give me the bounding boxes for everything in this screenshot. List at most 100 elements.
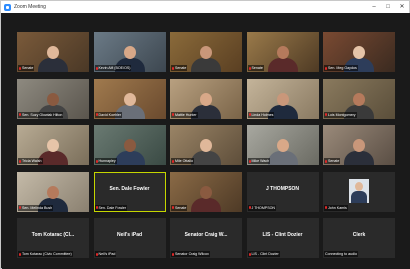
participant-tile[interactable]: Tricia Walsh bbox=[17, 125, 89, 165]
participant-display-name: Sen. Dale Fowler bbox=[109, 185, 150, 192]
participant-tile[interactable]: Senate bbox=[323, 125, 395, 165]
participant-name-text: Senate bbox=[175, 205, 187, 210]
muted-mic-icon bbox=[95, 252, 98, 256]
participant-tile[interactable]: Mile Ottalio bbox=[170, 125, 242, 165]
maximize-button[interactable]: □ bbox=[381, 1, 395, 13]
zoom-app-icon bbox=[4, 3, 11, 11]
muted-mic-icon bbox=[248, 66, 251, 70]
participant-display-name: Tom Kotarac (Cl... bbox=[31, 232, 75, 238]
participant-tile[interactable]: John Kamis bbox=[323, 171, 395, 212]
muted-mic-icon bbox=[172, 206, 174, 209]
muted-mic-icon bbox=[95, 206, 98, 209]
participant-tile[interactable]: Senator Craig W... Senator Craig Wilcox bbox=[170, 218, 242, 258]
minimize-button[interactable]: – bbox=[367, 1, 381, 13]
participant-tile[interactable]: Sen. Dale Fowler Sen. Dale Fowler bbox=[93, 171, 166, 212]
window-controls: – □ ✕ bbox=[367, 1, 409, 13]
participant-silhouette bbox=[114, 139, 145, 165]
participant-tile[interactable]: Lois Montgomery bbox=[323, 78, 395, 119]
participant-tile[interactable]: Senate bbox=[17, 32, 89, 72]
window-title: Zoom Meeting bbox=[14, 4, 46, 10]
muted-mic-icon bbox=[95, 66, 98, 70]
participant-name-text: LIS - Clint Dozier bbox=[251, 252, 279, 256]
participant-tile[interactable]: Kevin Alfi (BOE/OS) bbox=[93, 32, 166, 72]
participant-display-name: Senator Craig W... bbox=[184, 232, 228, 238]
participant-name-label: Mike Wach bbox=[247, 158, 271, 164]
muted-mic-icon bbox=[325, 113, 327, 116]
participant-tile[interactable]: Neil's iPad Neil's iPad bbox=[93, 218, 166, 258]
participant-name-label: Sen. Meg Gaydos bbox=[324, 65, 358, 71]
participant-tile[interactable]: Senate bbox=[246, 32, 319, 72]
gallery-view: Senate Kevin Alfi (BOE/OS) Senate Senate Sen… bbox=[2, 13, 410, 269]
participant-tile[interactable]: Sen. Meg Gaydos bbox=[323, 32, 395, 72]
participant-silhouette bbox=[267, 139, 298, 165]
participant-name-text: Sen. Melinda Bush bbox=[22, 205, 53, 210]
participant-silhouette bbox=[344, 139, 374, 165]
participant-name-label: Sen. Suzy Glowiak Hilton bbox=[18, 111, 64, 118]
title-bar: Zoom Meeting – □ ✕ bbox=[1, 1, 409, 13]
muted-mic-icon bbox=[248, 252, 251, 256]
participant-tile[interactable]: Senate bbox=[170, 32, 242, 72]
muted-mic-icon bbox=[19, 252, 21, 256]
participant-name-label: J THOMPSON bbox=[247, 204, 276, 211]
participant-name-label: Tom Kotarac (Civic Committee) bbox=[18, 251, 73, 257]
participant-name-text: Senate bbox=[175, 66, 187, 70]
participant-name-text: Sen. Suzy Glowiak Hilton bbox=[22, 112, 63, 117]
participant-name-label: Lois Montgomery bbox=[324, 111, 357, 118]
participant-name-text: Neil's iPad bbox=[98, 252, 116, 256]
participant-tile[interactable]: Mattie Hunter bbox=[170, 78, 242, 119]
participant-name-label: Sen. Dale Fowler bbox=[94, 204, 128, 211]
participant-name-text: Senator Craig Wilcox bbox=[175, 252, 209, 256]
muted-mic-icon bbox=[325, 206, 327, 209]
participant-name-text: Senate bbox=[328, 159, 340, 163]
participant-tile[interactable]: Sen. Suzy Glowiak Hilton bbox=[17, 78, 89, 119]
participant-tile[interactable]: Linda Holmes bbox=[246, 78, 319, 119]
participant-name-label: Mile Ottalio bbox=[171, 158, 194, 164]
participant-silhouette bbox=[191, 185, 221, 212]
participant-name-label: Sen. Melinda Bush bbox=[18, 204, 54, 211]
participant-name-text: John Kamis bbox=[328, 205, 347, 210]
participant-name-label: Connecting to audio bbox=[324, 251, 358, 257]
participant-display-name: Clerk bbox=[352, 232, 366, 238]
participant-tile[interactable]: Tom Kotarac (Cl... Tom Kotarac (Civic Com… bbox=[17, 218, 89, 258]
participant-tile[interactable]: Mike Wach bbox=[246, 125, 319, 165]
participant-grid: Senate Kevin Alfi (BOE/OS) Senate Senate Sen… bbox=[17, 32, 395, 259]
participant-silhouette bbox=[191, 139, 221, 165]
participant-tile[interactable]: Clerk Connecting to audio bbox=[323, 218, 395, 258]
participant-display-name: J THOMPSON bbox=[265, 185, 300, 192]
muted-mic-icon bbox=[248, 113, 251, 116]
participant-name-text: Hunnapley bbox=[98, 159, 116, 163]
participant-name-label: Senate bbox=[247, 65, 264, 71]
participant-tile[interactable]: David Koehler bbox=[93, 78, 166, 119]
participant-name-text: Senate bbox=[22, 66, 34, 70]
muted-mic-icon bbox=[95, 159, 98, 163]
participant-name-text: Senate bbox=[251, 66, 263, 70]
participant-silhouette bbox=[191, 46, 221, 72]
participant-name-label: Senator Craig Wilcox bbox=[171, 251, 210, 257]
participant-name-label: David Koehler bbox=[94, 111, 123, 118]
muted-mic-icon bbox=[248, 206, 251, 209]
participant-name-label: Linda Holmes bbox=[247, 111, 275, 118]
participant-silhouette bbox=[38, 46, 68, 72]
muted-mic-icon bbox=[172, 66, 174, 70]
participant-tile[interactable]: Hunnapley bbox=[93, 125, 166, 165]
participant-tile[interactable]: J THOMPSON J THOMPSON bbox=[246, 171, 319, 212]
participant-tile[interactable]: LIS - Clint Dozier LIS - Clint Dozier bbox=[246, 218, 319, 258]
participant-name-text: Mike Wach bbox=[251, 159, 270, 163]
participant-silhouette bbox=[267, 46, 298, 72]
participant-name-label: Mattie Hunter bbox=[171, 111, 198, 118]
participant-name-text: David Koehler bbox=[98, 112, 122, 117]
muted-mic-icon bbox=[172, 159, 174, 163]
muted-mic-icon bbox=[95, 113, 98, 116]
participant-name-label: Tricia Walsh bbox=[18, 158, 43, 164]
zoom-window: Zoom Meeting – □ ✕ Senate Kevin Alfi (BOE… bbox=[0, 0, 410, 269]
participant-name-label: Neil's iPad bbox=[94, 251, 117, 257]
participant-name-label: Senate bbox=[171, 204, 188, 211]
participant-name-label: Hunnapley bbox=[94, 158, 117, 164]
participant-name-text: J THOMPSON bbox=[251, 205, 276, 210]
participant-tile[interactable]: Senate bbox=[170, 171, 242, 212]
participant-name-text: Mattie Hunter bbox=[175, 112, 197, 117]
participant-name-text: Linda Holmes bbox=[251, 112, 274, 117]
muted-mic-icon bbox=[172, 252, 174, 256]
close-button[interactable]: ✕ bbox=[395, 1, 409, 13]
participant-tile[interactable]: Sen. Melinda Bush bbox=[17, 171, 89, 212]
